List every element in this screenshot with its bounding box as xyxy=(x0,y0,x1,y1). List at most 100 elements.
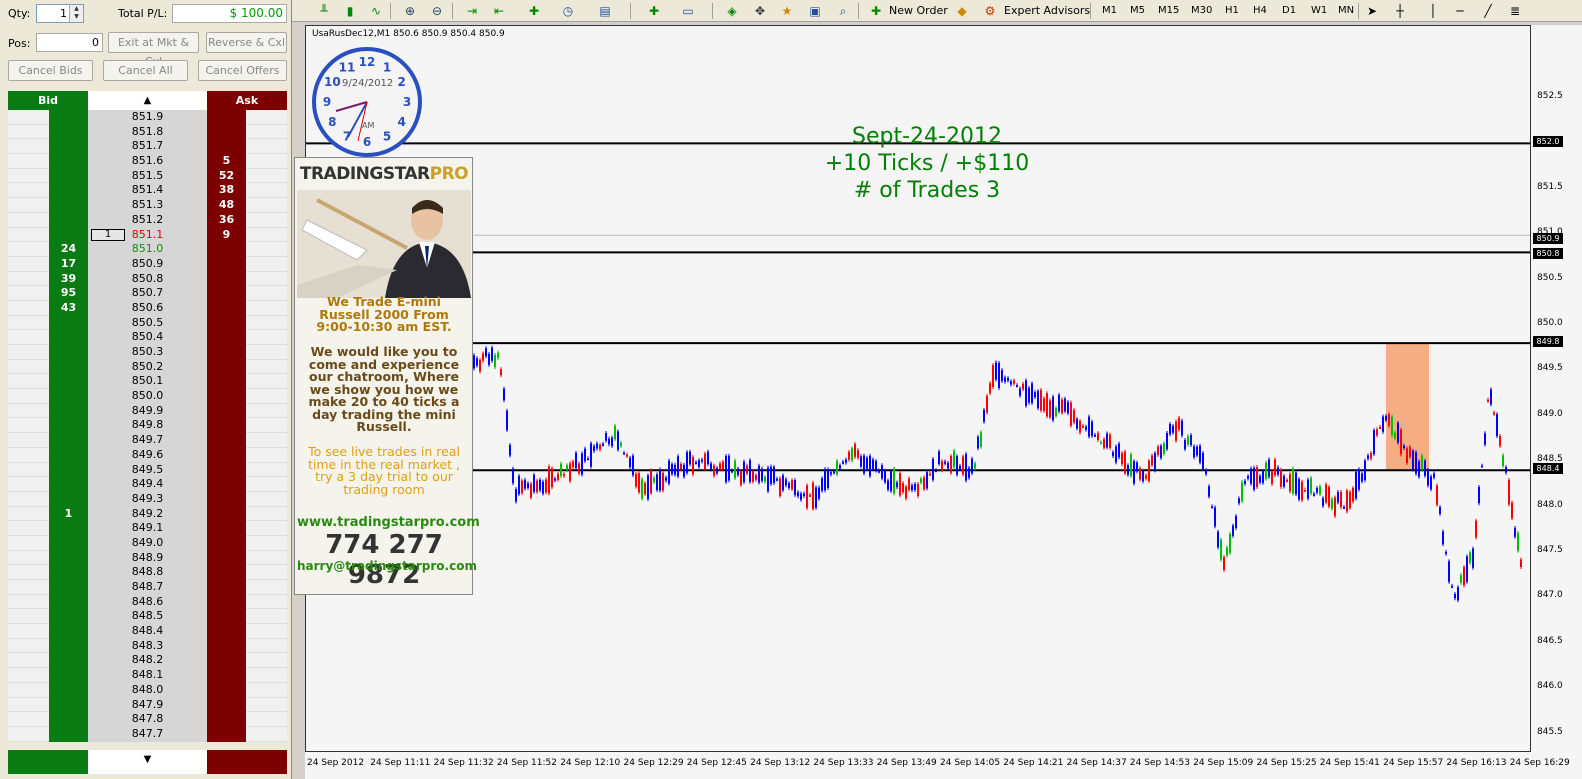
bid-size-cell[interactable] xyxy=(49,521,88,536)
ask-order-cell[interactable] xyxy=(246,726,287,742)
line-chart-icon[interactable]: ∿ xyxy=(368,3,384,19)
ask-order-cell[interactable] xyxy=(246,154,287,169)
bid-size-cell[interactable] xyxy=(49,124,88,140)
ask-order-cell[interactable] xyxy=(246,286,287,301)
expert-advisors-button[interactable]: Expert Advisors xyxy=(1004,2,1090,20)
ask-size-cell[interactable] xyxy=(207,506,246,522)
bid-order-cell[interactable] xyxy=(8,653,49,669)
bid-order-cell[interactable] xyxy=(8,521,49,536)
bid-order-cell[interactable] xyxy=(8,506,49,522)
ask-size-cell[interactable]: 5 xyxy=(207,154,246,169)
bar-chart-icon[interactable]: ╨ xyxy=(316,3,332,19)
crosshair-icon[interactable]: ┼ xyxy=(1392,3,1408,19)
ask-size-cell[interactable]: 9 xyxy=(207,227,246,243)
ask-size-cell[interactable] xyxy=(207,110,246,125)
cancel-offers-button[interactable]: Cancel Offers xyxy=(198,60,287,81)
bid-size-cell[interactable] xyxy=(49,565,88,580)
bid-order-cell[interactable] xyxy=(8,389,49,404)
ask-size-cell[interactable] xyxy=(207,447,246,463)
horizontal-line-icon[interactable]: ─ xyxy=(1452,3,1468,19)
bid-order-cell[interactable] xyxy=(8,594,49,610)
bid-size-cell[interactable] xyxy=(49,183,88,199)
ask-order-cell[interactable] xyxy=(246,682,287,698)
bid-order-cell[interactable] xyxy=(8,271,49,287)
bid-header[interactable]: Bid xyxy=(8,91,88,110)
bid-size-cell[interactable] xyxy=(49,418,88,434)
ad-url-link[interactable]: www.tradingstarpro.com xyxy=(297,515,480,530)
ask-size-cell[interactable] xyxy=(207,638,246,654)
ask-order-cell[interactable] xyxy=(246,653,287,669)
cursor-icon[interactable]: ➤ xyxy=(1364,3,1380,19)
ask-order-cell[interactable] xyxy=(246,609,287,625)
ask-order-cell[interactable] xyxy=(246,374,287,390)
candlestick-icon[interactable]: ▮ xyxy=(342,3,358,19)
ask-size-cell[interactable]: 48 xyxy=(207,198,246,213)
tester-icon[interactable]: ⌕ xyxy=(835,3,851,19)
bid-size-cell[interactable] xyxy=(49,374,88,390)
favorites-icon[interactable]: ★ xyxy=(779,3,795,19)
ask-order-cell[interactable] xyxy=(246,491,287,507)
ask-size-cell[interactable] xyxy=(207,491,246,507)
bid-size-cell[interactable] xyxy=(49,712,88,727)
bid-order-cell[interactable] xyxy=(8,609,49,625)
bid-order-cell[interactable] xyxy=(8,374,49,390)
working-order-box[interactable]: 1 xyxy=(91,228,125,241)
bid-size-cell[interactable] xyxy=(49,359,88,375)
bid-order-cell[interactable] xyxy=(8,198,49,213)
ask-size-cell[interactable] xyxy=(207,374,246,390)
ask-size-cell[interactable] xyxy=(207,242,246,257)
ask-size-cell[interactable] xyxy=(207,271,246,287)
chart-shift-icon[interactable]: ⇤ xyxy=(491,3,507,19)
ask-order-cell[interactable] xyxy=(246,345,287,360)
bid-order-cell[interactable] xyxy=(8,565,49,580)
bid-size-cell[interactable] xyxy=(49,110,88,125)
bid-order-cell[interactable] xyxy=(8,491,49,507)
bid-order-cell[interactable] xyxy=(8,477,49,492)
ask-order-cell[interactable] xyxy=(246,359,287,375)
ask-order-cell[interactable] xyxy=(246,242,287,257)
bid-size-cell[interactable] xyxy=(49,447,88,463)
ask-size-cell[interactable] xyxy=(207,668,246,683)
bid-order-cell[interactable] xyxy=(8,668,49,683)
bid-size-cell[interactable] xyxy=(49,624,88,639)
ask-size-cell[interactable] xyxy=(207,609,246,625)
ask-order-cell[interactable] xyxy=(246,594,287,610)
bid-size-cell[interactable] xyxy=(49,697,88,713)
ask-size-cell[interactable]: 36 xyxy=(207,212,246,228)
bid-size-cell[interactable] xyxy=(49,212,88,228)
bid-size-cell[interactable] xyxy=(49,154,88,169)
ask-order-cell[interactable] xyxy=(246,697,287,713)
ask-size-cell[interactable] xyxy=(207,433,246,448)
bid-order-cell[interactable] xyxy=(8,726,49,742)
bid-size-cell[interactable]: 95 xyxy=(49,286,88,301)
ask-order-cell[interactable] xyxy=(246,183,287,199)
bid-size-cell[interactable]: 24 xyxy=(49,242,88,257)
bid-size-cell[interactable] xyxy=(49,535,88,551)
bid-order-cell[interactable] xyxy=(8,359,49,375)
ask-order-cell[interactable] xyxy=(246,198,287,213)
bid-size-cell[interactable] xyxy=(49,726,88,742)
ask-size-cell[interactable] xyxy=(207,124,246,140)
ask-size-cell[interactable] xyxy=(207,403,246,419)
ask-order-cell[interactable] xyxy=(246,403,287,419)
bid-size-cell[interactable]: 17 xyxy=(49,256,88,272)
ask-order-cell[interactable] xyxy=(246,300,287,316)
ask-order-cell[interactable] xyxy=(246,447,287,463)
bid-order-cell[interactable] xyxy=(8,403,49,419)
ask-size-cell[interactable] xyxy=(207,330,246,345)
ask-order-cell[interactable] xyxy=(246,565,287,580)
bid-order-cell[interactable] xyxy=(8,300,49,316)
ask-size-cell[interactable] xyxy=(207,389,246,404)
ask-order-cell[interactable] xyxy=(246,227,287,243)
ask-order-cell[interactable] xyxy=(246,139,287,155)
new-order-button[interactable]: New Order xyxy=(889,2,948,20)
ask-order-cell[interactable] xyxy=(246,712,287,727)
ask-order-cell[interactable] xyxy=(246,389,287,404)
timeframe-mn[interactable]: MN xyxy=(1338,3,1354,19)
ask-order-cell[interactable] xyxy=(246,550,287,566)
bid-size-cell[interactable] xyxy=(49,168,88,184)
ask-order-cell[interactable] xyxy=(246,256,287,272)
ask-size-cell[interactable] xyxy=(207,712,246,727)
ask-size-cell[interactable] xyxy=(207,286,246,301)
new-chart-icon[interactable]: ✚ xyxy=(646,3,662,19)
